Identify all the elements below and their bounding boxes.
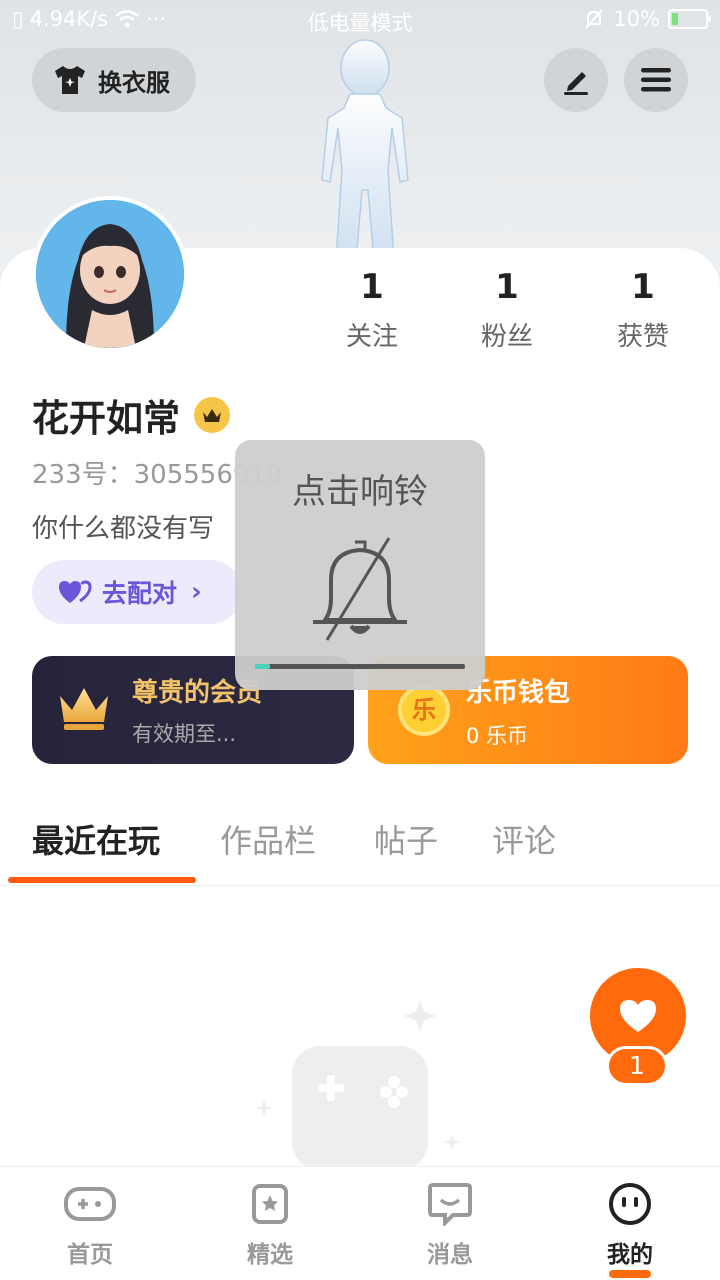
edit-profile-button[interactable] [544,48,608,112]
active-nav-indicator [609,1270,651,1278]
nav-messages-label: 消息 [427,1242,473,1268]
content-tabs: 最近在玩 作品栏 帖子 评论 [0,810,720,886]
muted-bell-icon [313,537,407,641]
wallet-balance: 0 乐币 [466,724,529,748]
following-label: 关注 [345,322,398,352]
following-stat[interactable]: 1 关注 [302,268,442,353]
chevron-right-icon: › [191,577,202,607]
star-bookmark-icon [252,1184,288,1224]
change-outfit-label: 换衣服 [98,68,170,97]
followers-stat[interactable]: 1 粉丝 [437,268,577,353]
toast-message: 点击响铃 [292,472,428,512]
mute-bell-icon [585,9,604,29]
avatar-hologram-figure [321,39,409,260]
nav-messages[interactable]: 消息 [390,1181,510,1269]
heart-icon [620,1000,656,1032]
nav-me[interactable]: 我的 [570,1181,690,1278]
likes-count: 1 [631,267,655,307]
active-tab-indicator [8,877,196,883]
tab-recently-played[interactable]: 最近在玩 [32,816,160,862]
tab-posts[interactable]: 帖子 [374,816,438,862]
tab-works[interactable]: 作品栏 [220,816,316,862]
tshirt-icon [55,66,85,94]
vip-expiry: 有效期至... [132,722,237,746]
face-icon [609,1183,651,1225]
followers-label: 粉丝 [480,322,533,352]
chat-icon [428,1183,472,1226]
likes-stat[interactable]: 1 获赞 [573,268,713,353]
ringer-volume-track [255,664,465,669]
followers-count: 1 [495,267,519,307]
bio: 你什么都没有写 [32,514,215,544]
battery-percent: 10% [613,7,660,31]
status-bar: ▯ 4.94K/s ··· 低电量模式 10% [0,0,720,40]
game-controller-empty-illustration [256,1000,460,1170]
likes-label: 获赞 [616,322,669,352]
menu-button[interactable] [624,48,688,112]
avatar[interactable] [32,196,188,352]
nav-featured[interactable]: 精选 [210,1181,330,1269]
avatar-illustration [36,200,184,348]
match-button[interactable]: 去配对 › [32,560,242,624]
following-count: 1 [360,267,384,307]
nav-featured-label: 精选 [247,1242,293,1268]
nav-me-label: 我的 [607,1242,653,1268]
match-label: 去配对 [102,579,178,608]
bottom-navigation: 首页 精选 消息 我的 [0,1166,720,1280]
hamburger-menu-icon [641,68,671,92]
hearts-icon [59,580,92,603]
ringer-volume-fill [255,664,270,669]
nickname: 花开如常 [32,397,180,440]
change-outfit-button[interactable]: 换衣服 [32,48,196,112]
like-count-badge: 1 [606,1046,668,1086]
gold-crown-icon [60,688,108,730]
vip-crown-icon[interactable] [194,397,230,433]
battery-icon [668,9,711,29]
nav-home[interactable]: 首页 [30,1181,150,1269]
ringer-toast: 点击响铃 [235,440,485,690]
nav-home-label: 首页 [67,1242,113,1268]
tab-comments[interactable]: 评论 [492,816,556,862]
nickname-row: 花开如常 [32,388,230,442]
pencil-icon [564,72,588,95]
profile-stats: 1 关注 1 粉丝 1 获赞 [300,268,720,358]
coin-icon: 乐 [398,684,450,736]
gamepad-icon [64,1187,116,1221]
